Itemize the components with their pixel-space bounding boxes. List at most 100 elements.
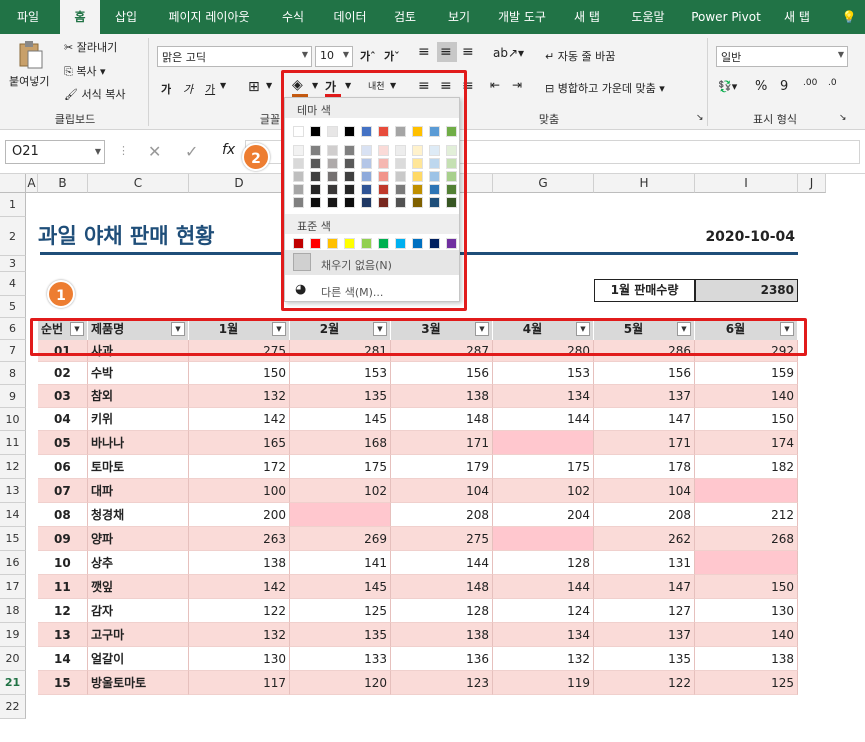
product-name[interactable]: 깻잎 — [88, 575, 189, 599]
tab-10[interactable]: 도움말 — [620, 0, 676, 34]
wrap-text-button[interactable]: ↵ 자동 줄 바꿈 — [545, 48, 615, 64]
cut-button[interactable]: ✂ 잘라내기 — [64, 39, 117, 55]
sales-value[interactable]: 100 — [189, 479, 290, 503]
sales-value[interactable]: 275 — [391, 527, 493, 551]
tab-1[interactable]: 홈 — [60, 0, 100, 34]
sales-value[interactable]: 178 — [594, 455, 695, 479]
sales-value[interactable]: 125 — [695, 671, 798, 695]
product-name[interactable]: 수박 — [88, 362, 189, 385]
sales-value[interactable]: 168 — [290, 431, 391, 455]
column-header-H[interactable]: H — [594, 174, 695, 193]
row-header[interactable]: 13 — [0, 479, 26, 503]
sales-value[interactable]: 208 — [391, 503, 493, 527]
tab-11[interactable]: Power Pivot — [688, 0, 764, 34]
row-header[interactable]: 21 — [0, 671, 26, 695]
sales-value[interactable]: 263 — [189, 527, 290, 551]
row-header[interactable]: 20 — [0, 647, 26, 671]
sales-value[interactable]: 268 — [695, 527, 798, 551]
row-header[interactable]: 15 — [0, 527, 26, 551]
row-index[interactable]: 06 — [38, 455, 88, 479]
decrease-indent-icon[interactable]: ⇤ — [490, 78, 500, 92]
sales-value[interactable]: 156 — [391, 362, 493, 385]
product-name[interactable]: 양파 — [88, 527, 189, 551]
sales-value[interactable]: 104 — [391, 479, 493, 503]
sales-value[interactable]: 153 — [493, 362, 594, 385]
fx-icon[interactable]: fx — [222, 142, 235, 158]
sales-value[interactable]: 132 — [189, 623, 290, 647]
row-header[interactable]: 12 — [0, 455, 26, 479]
product-name[interactable]: 감자 — [88, 599, 189, 623]
accounting-icon[interactable]: 💱▾ — [718, 80, 737, 93]
sales-value[interactable]: 135 — [290, 623, 391, 647]
row-header[interactable]: 11 — [0, 431, 26, 455]
sales-value[interactable]: 138 — [391, 385, 493, 408]
sales-value[interactable]: 175 — [493, 455, 594, 479]
sales-value[interactable]: 150 — [189, 362, 290, 385]
jan-sales-value[interactable]: 2380 — [695, 279, 798, 302]
font-name-combo[interactable]: 맑은 고딕 ▼ — [157, 46, 312, 67]
sales-value[interactable]: 171 — [391, 431, 493, 455]
sales-value[interactable]: 156 — [594, 362, 695, 385]
percent-icon[interactable]: % — [755, 79, 767, 94]
row-index[interactable]: 04 — [38, 408, 88, 431]
paste-button[interactable]: 붙여넣기 — [9, 73, 49, 89]
sales-value[interactable]: 135 — [594, 647, 695, 671]
sales-value[interactable]: 175 — [290, 455, 391, 479]
merge-center-button[interactable]: ⊟ 병합하고 가운데 맞춤 ▾ — [545, 80, 665, 96]
sales-value[interactable]: 122 — [594, 671, 695, 695]
decrease-decimal-icon[interactable]: .0 — [828, 78, 837, 88]
sales-value[interactable]: 174 — [695, 431, 798, 455]
sales-value[interactable]: 125 — [290, 599, 391, 623]
dialog-launcher-icon[interactable]: ↘ — [839, 113, 847, 123]
sales-value[interactable]: 128 — [391, 599, 493, 623]
sales-value[interactable]: 132 — [493, 647, 594, 671]
sales-value[interactable]: 140 — [695, 385, 798, 408]
row-index[interactable]: 13 — [38, 623, 88, 647]
sheet-title[interactable]: 과일 야채 판매 현황 — [38, 220, 215, 252]
row-header[interactable]: 22 — [0, 695, 26, 719]
sales-value[interactable] — [493, 431, 594, 455]
sales-value[interactable]: 120 — [290, 671, 391, 695]
row-index[interactable]: 02 — [38, 362, 88, 385]
sales-value[interactable]: 134 — [493, 385, 594, 408]
row-header[interactable]: 10 — [0, 408, 26, 431]
sales-value[interactable]: 130 — [695, 599, 798, 623]
sales-value[interactable]: 117 — [189, 671, 290, 695]
sales-value[interactable]: 119 — [493, 671, 594, 695]
sales-value[interactable]: 130 — [189, 647, 290, 671]
sales-value[interactable] — [493, 527, 594, 551]
sales-value[interactable]: 134 — [493, 623, 594, 647]
row-index[interactable]: 07 — [38, 479, 88, 503]
product-name[interactable]: 대파 — [88, 479, 189, 503]
sales-value[interactable]: 145 — [290, 408, 391, 431]
product-name[interactable]: 청경채 — [88, 503, 189, 527]
sales-value[interactable]: 132 — [189, 385, 290, 408]
tab-5[interactable]: 데이터 — [323, 0, 377, 34]
sales-value[interactable] — [695, 551, 798, 575]
sales-value[interactable]: 127 — [594, 599, 695, 623]
sales-value[interactable]: 128 — [493, 551, 594, 575]
row-header[interactable]: 19 — [0, 623, 26, 647]
sales-value[interactable]: 122 — [189, 599, 290, 623]
sales-value[interactable]: 165 — [189, 431, 290, 455]
row-header[interactable]: 16 — [0, 551, 26, 575]
sales-value[interactable]: 212 — [695, 503, 798, 527]
sales-value[interactable]: 140 — [695, 623, 798, 647]
row-header[interactable]: 7 — [0, 340, 26, 362]
sales-value[interactable]: 138 — [695, 647, 798, 671]
sales-value[interactable]: 182 — [695, 455, 798, 479]
tab-6[interactable]: 검토 — [383, 0, 427, 34]
border-icon[interactable]: ⊞ — [248, 79, 260, 95]
product-name[interactable]: 고구마 — [88, 623, 189, 647]
increase-indent-icon[interactable]: ⇥ — [512, 78, 522, 92]
select-all-corner[interactable] — [0, 174, 26, 193]
report-date[interactable]: 2020-10-04 — [690, 226, 798, 248]
column-header-C[interactable]: C — [88, 174, 189, 193]
increase-decimal-icon[interactable]: .00 — [803, 78, 817, 88]
product-name[interactable]: 참외 — [88, 385, 189, 408]
sales-value[interactable]: 153 — [290, 362, 391, 385]
sales-value[interactable]: 200 — [189, 503, 290, 527]
sales-value[interactable]: 131 — [594, 551, 695, 575]
tab-9[interactable]: 새 탭 — [562, 0, 612, 34]
row-index[interactable]: 11 — [38, 575, 88, 599]
